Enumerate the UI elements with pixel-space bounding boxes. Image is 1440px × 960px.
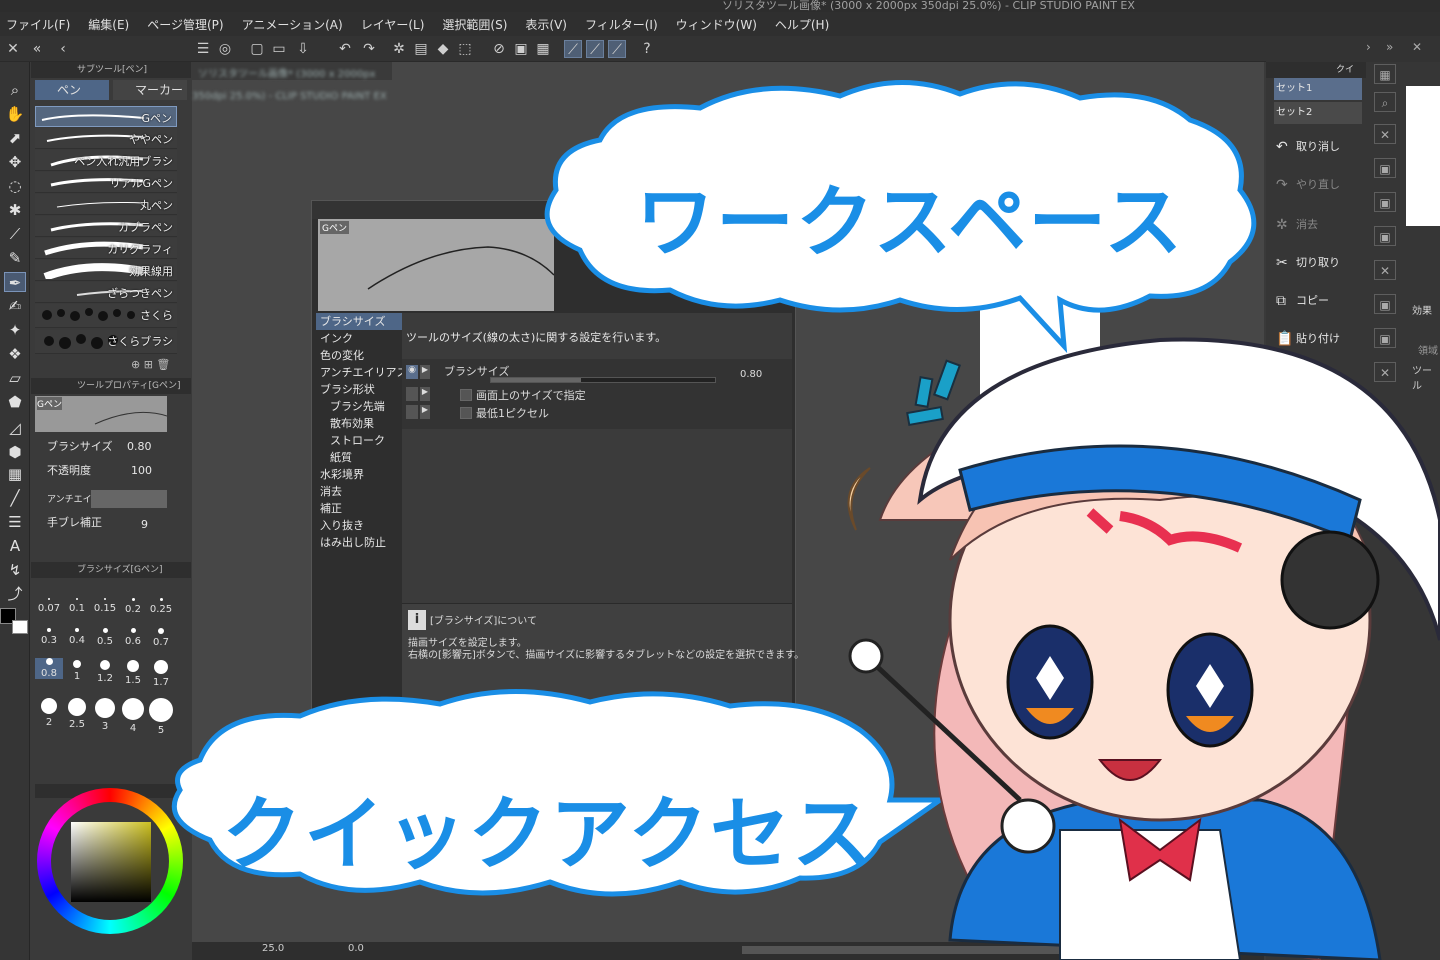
quick-access-callout-text: クイックアクセス bbox=[222, 788, 874, 881]
workspace-callout-text: ワークスペース bbox=[636, 178, 1185, 268]
mascot-character bbox=[848, 337, 1440, 960]
emphasis-marks bbox=[906, 359, 962, 427]
hair-strand bbox=[847, 467, 871, 531]
